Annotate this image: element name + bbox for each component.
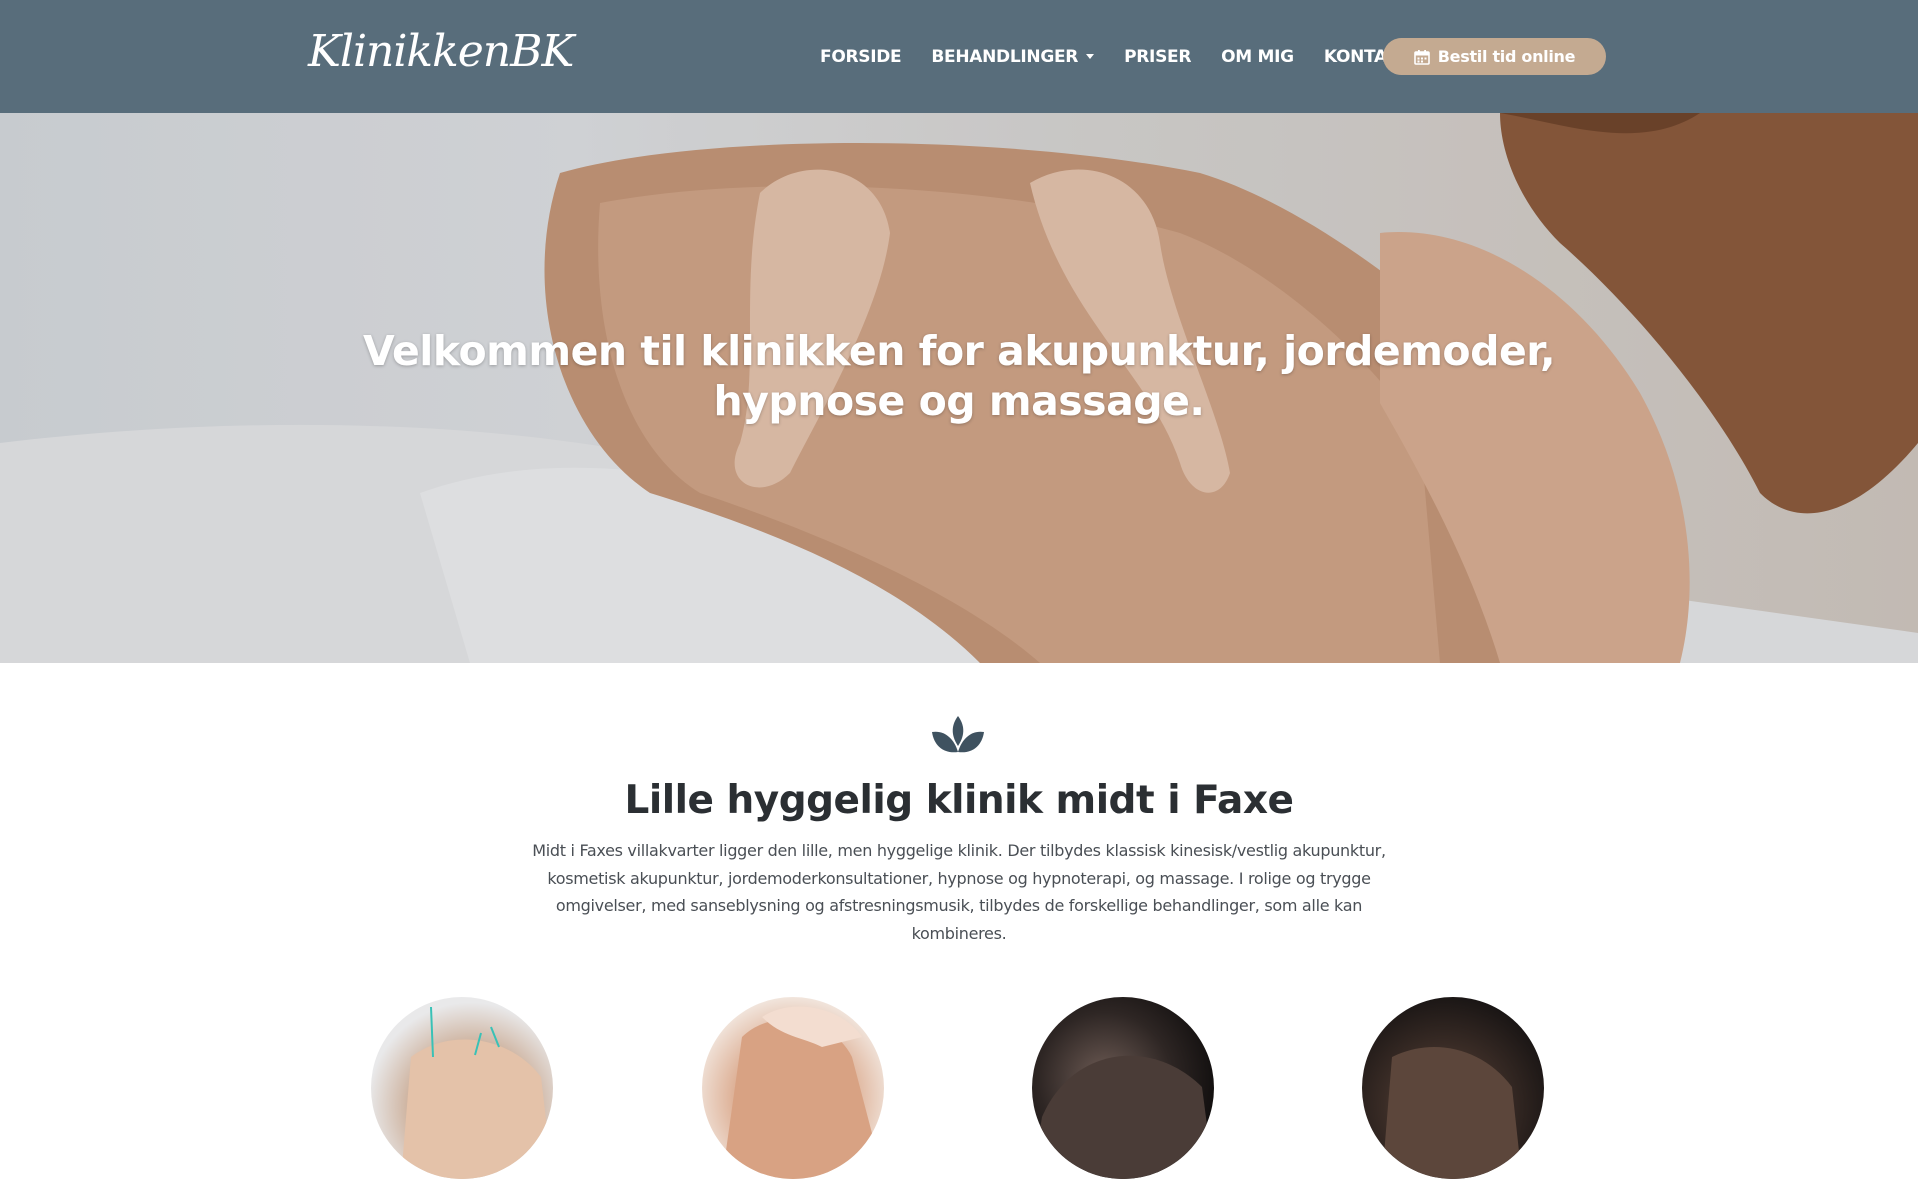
book-online-button[interactable]: Bestil tid online xyxy=(1383,38,1606,75)
treatment-jordemoder-image[interactable] xyxy=(1032,997,1214,1179)
calendar-icon xyxy=(1413,49,1430,65)
navbar: KlinikkenBK FORSIDE BEHANDLINGER PRISER … xyxy=(0,0,1918,113)
hero-banner: Velkommen til klinikken for akupunktur, … xyxy=(0,113,1918,663)
main-nav: FORSIDE BEHANDLINGER PRISER OM MIG KONTA… xyxy=(820,0,1441,113)
lotus-icon xyxy=(932,716,984,753)
treatment-akupunktur-image[interactable] xyxy=(371,997,553,1179)
treatment-kosmetisk-akupunktur-image[interactable] xyxy=(702,997,884,1179)
hero-title: Velkommen til klinikken for akupunktur, … xyxy=(362,327,1556,425)
nav-item-om-mig[interactable]: OM MIG xyxy=(1221,47,1294,67)
intro-text: Midt i Faxes villakvarter ligger den lil… xyxy=(532,841,1386,943)
nav-item-behandlinger-label: BEHANDLINGER xyxy=(931,46,1079,67)
treatment-massage-image[interactable] xyxy=(1362,997,1544,1179)
nav-item-priser[interactable]: PRISER xyxy=(1124,47,1191,67)
chevron-down-icon xyxy=(1086,54,1095,59)
site-logo[interactable]: KlinikkenBK xyxy=(308,26,574,82)
nav-item-forside[interactable]: FORSIDE xyxy=(820,47,902,67)
intro-heading: Lille hyggelig klinik midt i Faxe xyxy=(624,778,1294,823)
book-online-label: Bestil tid online xyxy=(1437,47,1576,66)
nav-item-behandlinger[interactable]: BEHANDLINGER xyxy=(931,46,1095,67)
